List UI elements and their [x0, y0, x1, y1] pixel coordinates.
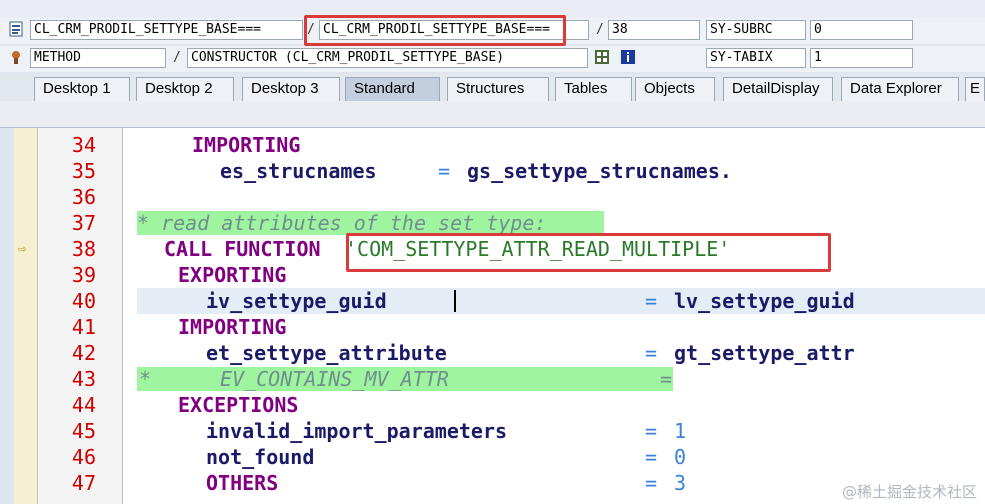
- variable: lv_settype_guid: [674, 289, 855, 313]
- keyword: EXCEPTIONS: [178, 393, 299, 417]
- operator: =: [645, 289, 658, 313]
- line-number: 47: [71, 471, 96, 495]
- keyword: IMPORTING: [192, 133, 301, 157]
- line-number: 42: [71, 341, 96, 365]
- watermark: @稀土掘金技术社区: [841, 483, 977, 501]
- tab-more[interactable]: E: [965, 77, 985, 101]
- parameter: iv_settype_guid: [206, 289, 387, 313]
- tab-objects[interactable]: Objects: [635, 77, 715, 101]
- line-number: 37: [71, 211, 96, 235]
- tool-strip: [0, 101, 985, 128]
- parameter: not_found: [206, 445, 315, 469]
- code-line[interactable]: 42 et_settype_attribute = gt_settype_att…: [14, 340, 985, 366]
- calculator-icon[interactable]: [594, 49, 610, 67]
- operator: =: [645, 341, 658, 365]
- keyword: OTHERS: [206, 471, 279, 495]
- tab-tables[interactable]: Tables: [555, 77, 632, 101]
- code-line[interactable]: 47 OTHERS = 3: [14, 470, 985, 496]
- tab-desktop-3[interactable]: Desktop 3: [242, 77, 340, 101]
- tab-bar: Desktop 1 Desktop 2 Desktop 3 Standard S…: [0, 74, 985, 103]
- info-icon[interactable]: [620, 49, 636, 67]
- separator: /: [596, 22, 604, 37]
- program-icon: [8, 21, 24, 39]
- line-number: 36: [71, 185, 96, 209]
- code-line[interactable]: 36: [14, 184, 985, 210]
- parameter: et_settype_attribute: [206, 341, 447, 365]
- code-line[interactable]: 46 not_found = 0: [14, 444, 985, 470]
- title-strip: [0, 0, 985, 18]
- line-number: 45: [71, 419, 96, 443]
- sysvar-value-field: 1: [810, 48, 913, 68]
- number-literal: 0: [674, 445, 687, 469]
- variable: gt_settype_attr: [674, 341, 855, 365]
- sysvar-name-field: SY-SUBRC: [706, 20, 806, 40]
- code-line[interactable]: 40 iv_settype_guid = lv_settype_guid: [14, 288, 985, 314]
- number-literal: 3: [674, 471, 687, 495]
- parameter: invalid_import_parameters: [206, 419, 508, 443]
- text-cursor: [454, 290, 456, 312]
- source-code-editor[interactable]: 34 IMPORTING 35 es_strucnames = gs_setty…: [14, 128, 985, 504]
- line-number: 35: [71, 159, 96, 183]
- code-line[interactable]: 34 IMPORTING: [14, 132, 985, 158]
- tab-desktop-2[interactable]: Desktop 2: [136, 77, 234, 101]
- number-literal: 1: [674, 419, 687, 443]
- event-name-field[interactable]: CONSTRUCTOR (CL_CRM_PRODIL_SETTYPE_BASE): [187, 48, 588, 68]
- string-literal: 'COM_SETTYPE_ATTR_READ_MULTIPLE': [345, 237, 731, 261]
- line-number-field[interactable]: 38: [608, 20, 700, 40]
- comment: EV_CONTAINS_MV_ATTR: [220, 367, 449, 391]
- line-number: 44: [71, 393, 96, 417]
- code-line[interactable]: 43 * EV_CONTAINS_MV_ATTR =: [14, 366, 985, 392]
- tab-desktop-1[interactable]: Desktop 1: [34, 77, 130, 101]
- code-line[interactable]: 39 EXPORTING: [14, 262, 985, 288]
- keyword: CALL FUNCTION: [164, 237, 321, 261]
- operator: =: [438, 159, 451, 183]
- program-field[interactable]: CL_CRM_PRODIL_SETTYPE_BASE===: [30, 20, 303, 40]
- line-number: 46: [71, 445, 96, 469]
- line-number: 41: [71, 315, 96, 339]
- separator: /: [173, 50, 181, 65]
- operator: =: [645, 419, 658, 443]
- sysvar-value-field: 0: [810, 20, 913, 40]
- line-number: 38: [71, 237, 96, 261]
- current-line-arrow-icon: ⇨: [18, 241, 27, 257]
- code-line[interactable]: 44 EXCEPTIONS: [14, 392, 985, 418]
- keyword: EXPORTING: [178, 263, 287, 287]
- sysvar-name-field: SY-TABIX: [706, 48, 806, 68]
- code-line[interactable]: 35 es_strucnames = gs_settype_strucnames…: [14, 158, 985, 184]
- code-line[interactable]: 37 * read attributes of the set type:: [14, 210, 985, 236]
- tab-detaildisplay[interactable]: DetailDisplay: [723, 77, 833, 101]
- operator: =: [645, 445, 658, 469]
- code-line[interactable]: 41 IMPORTING: [14, 314, 985, 340]
- event-type-field[interactable]: METHOD: [30, 48, 166, 68]
- line-number: 34: [71, 133, 96, 157]
- code-line[interactable]: 45 invalid_import_parameters = 1: [14, 418, 985, 444]
- keyword: IMPORTING: [178, 315, 287, 339]
- comment-marker: *: [139, 367, 152, 391]
- tab-standard[interactable]: Standard: [345, 77, 440, 101]
- line-number: 40: [71, 289, 96, 313]
- method-icon: [8, 49, 24, 67]
- line-number: 43: [71, 367, 96, 391]
- tab-data-explorer[interactable]: Data Explorer: [841, 77, 959, 101]
- parameter: es_strucnames: [220, 159, 377, 183]
- code-line-current[interactable]: ⇨ 38 CALL FUNCTION 'COM_SETTYPE_ATTR_REA…: [14, 236, 985, 262]
- debugger-header-row-1: CL_CRM_PRODIL_SETTYPE_BASE=== / CL_CRM_P…: [0, 18, 985, 44]
- tab-structures[interactable]: Structures: [447, 77, 549, 101]
- comment: =: [660, 367, 673, 391]
- include-field[interactable]: CL_CRM_PRODIL_SETTYPE_BASE===: [319, 20, 589, 40]
- variable: gs_settype_strucnames.: [467, 159, 732, 183]
- debugger-header-row-2: METHOD / CONSTRUCTOR (CL_CRM_PRODIL_SETT…: [0, 46, 985, 72]
- comment: * read attributes of the set type:: [137, 211, 547, 235]
- separator: /: [307, 22, 315, 37]
- operator: =: [645, 471, 658, 495]
- line-number: 39: [71, 263, 96, 287]
